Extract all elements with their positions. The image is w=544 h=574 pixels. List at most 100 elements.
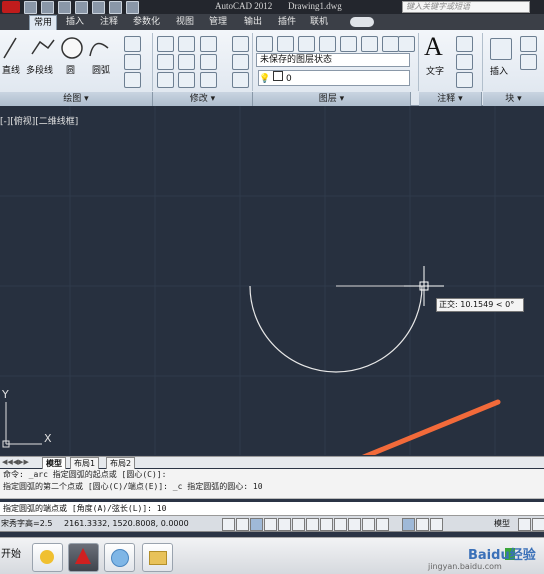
polyline-icon xyxy=(31,39,55,55)
save-as-icon[interactable] xyxy=(75,1,88,14)
stretch-icon[interactable] xyxy=(157,72,174,88)
command-history-line: 命令: _arc 指定圆弧的起点或 [圆心(C)]: xyxy=(3,470,167,479)
ducs-icon[interactable] xyxy=(320,518,333,531)
annotation-monitor-icon[interactable] xyxy=(416,518,429,531)
layout-tabs-bar: ◀◀◀▶▶ 模型 布局1 布局2 xyxy=(0,456,544,470)
text-icon[interactable]: A xyxy=(424,32,443,62)
layer-state-dropdown[interactable]: 未保存的图层状态 xyxy=(256,53,410,67)
autocad-icon[interactable] xyxy=(68,543,99,572)
offset-icon[interactable] xyxy=(232,72,249,88)
drawing-canvas[interactable]: Y X xyxy=(0,106,544,455)
tab-view[interactable]: 视图 xyxy=(172,15,198,29)
snap-icon[interactable] xyxy=(222,518,235,531)
annotation-arrow xyxy=(361,399,501,455)
tab-manage[interactable]: 管理 xyxy=(205,15,231,29)
ortho-icon[interactable] xyxy=(250,518,263,531)
tab-nav-arrows-icon[interactable]: ◀◀◀▶▶ xyxy=(2,458,29,466)
scale-icon[interactable] xyxy=(178,72,195,88)
save-icon[interactable] xyxy=(58,1,71,14)
copy-icon[interactable] xyxy=(157,54,174,70)
annotation-panel-title[interactable]: 注释 ▾ xyxy=(419,92,482,106)
layer-icon[interactable] xyxy=(277,36,294,52)
command-history-line: 指定圆弧的第二个点或 [圆心(C)/端点(E)]: _c 指定圆弧的圆心: 10 xyxy=(3,482,263,491)
hatch-icon[interactable] xyxy=(124,54,141,70)
workspace-icon[interactable] xyxy=(430,518,443,531)
osnap-icon[interactable] xyxy=(278,518,291,531)
layer-icon[interactable] xyxy=(361,36,378,52)
layer-icon[interactable] xyxy=(340,36,357,52)
grid-icon[interactable] xyxy=(236,518,249,531)
command-line-input[interactable]: 指定圆弧的端点或 [角度(A)/弦长(L)]: 10 xyxy=(0,502,544,516)
open-icon[interactable] xyxy=(41,1,54,14)
layer-icon[interactable] xyxy=(319,36,336,52)
3d-osnap-icon[interactable] xyxy=(292,518,305,531)
explode-icon[interactable] xyxy=(232,54,249,70)
start-button[interactable]: 开始 xyxy=(0,542,26,568)
layer-dropdown[interactable]: 💡 0 xyxy=(258,70,410,86)
ribbon-minimize-button[interactable] xyxy=(350,17,374,27)
transparency-icon[interactable] xyxy=(362,518,375,531)
quick-access-toolbar xyxy=(24,1,139,14)
rectangle-icon[interactable] xyxy=(124,36,141,52)
paint-icon[interactable] xyxy=(104,543,135,572)
search-input[interactable]: 键入关键字或短语 xyxy=(402,1,530,13)
rotate-icon[interactable] xyxy=(178,36,195,52)
draw-panel-title[interactable]: 绘图 ▾ xyxy=(0,92,153,106)
model-space-label[interactable]: 模型 xyxy=(494,516,510,532)
polar-icon[interactable] xyxy=(264,518,277,531)
move-icon[interactable] xyxy=(157,36,174,52)
arc-tool-button[interactable]: 圆弧 xyxy=(92,63,110,76)
fillet-icon[interactable] xyxy=(200,54,217,70)
undo-icon[interactable] xyxy=(109,1,122,14)
tab-home[interactable]: 常用 xyxy=(29,15,58,30)
layer-properties-icon[interactable] xyxy=(256,36,273,52)
status-bar: 宋秀字高=2.5 2161.3332, 1520.8008, 0.0000 模型 xyxy=(0,516,544,532)
tab-parametric[interactable]: 参数化 xyxy=(129,15,164,29)
otrack-icon[interactable] xyxy=(306,518,319,531)
tab-plugins[interactable]: 插件 xyxy=(274,15,300,29)
layer-icon[interactable] xyxy=(298,36,315,52)
outlook-icon[interactable] xyxy=(32,543,63,572)
table-icon[interactable] xyxy=(456,72,473,88)
coordinates-readout[interactable]: 2161.3332, 1520.8008, 0.0000 xyxy=(64,516,189,532)
insert-block-icon[interactable] xyxy=(490,38,512,60)
create-block-icon[interactable] xyxy=(520,36,537,52)
text-button-label[interactable]: 文字 xyxy=(426,64,444,77)
layout-icon[interactable] xyxy=(532,518,544,531)
app-menu-button[interactable] xyxy=(2,1,20,13)
modify-panel-title[interactable]: 修改 ▾ xyxy=(153,92,253,106)
trim-icon[interactable] xyxy=(200,36,217,52)
dimension-icon[interactable] xyxy=(456,36,473,52)
edit-block-icon[interactable] xyxy=(520,54,537,70)
quick-properties-icon[interactable] xyxy=(376,518,389,531)
insert-button-label[interactable]: 插入 xyxy=(490,64,508,77)
block-panel-title[interactable]: 块 ▾ xyxy=(483,92,544,106)
dyn-icon[interactable] xyxy=(334,518,347,531)
array-icon[interactable] xyxy=(200,72,217,88)
layer-icon[interactable] xyxy=(398,36,415,52)
new-icon[interactable] xyxy=(24,1,37,14)
mirror-icon[interactable] xyxy=(178,54,195,70)
viewport-controls-label[interactable]: [-][俯视][二维线框] xyxy=(0,114,78,127)
selection-cycling-icon[interactable] xyxy=(402,518,415,531)
erase-icon[interactable] xyxy=(232,36,249,52)
folder-icon[interactable] xyxy=(142,543,173,572)
layer-icon[interactable] xyxy=(382,36,399,52)
lineweight-icon[interactable] xyxy=(348,518,361,531)
layout-icon[interactable] xyxy=(518,518,531,531)
tab-online[interactable]: 联机 xyxy=(306,15,332,29)
file-title: Drawing1.dwg xyxy=(288,1,342,11)
polyline-tool-button[interactable]: 多段线 xyxy=(26,63,53,76)
print-icon[interactable] xyxy=(92,1,105,14)
circle-tool-button[interactable]: 圆 xyxy=(66,63,75,76)
tab-output[interactable]: 输出 xyxy=(240,15,266,29)
tab-insert[interactable]: 插入 xyxy=(62,15,88,29)
ortho-coordinate-tooltip: 正交: 10.1549 < 0° xyxy=(436,298,524,312)
line-tool-button[interactable]: 直线 xyxy=(2,63,20,76)
redo-icon[interactable] xyxy=(126,1,139,14)
current-layer-name: 0 xyxy=(285,74,292,84)
leader-icon[interactable] xyxy=(456,54,473,70)
tab-annotate[interactable]: 注释 xyxy=(96,15,122,29)
layers-panel-title[interactable]: 图层 ▾ xyxy=(253,92,411,106)
gradient-icon[interactable] xyxy=(124,72,141,88)
